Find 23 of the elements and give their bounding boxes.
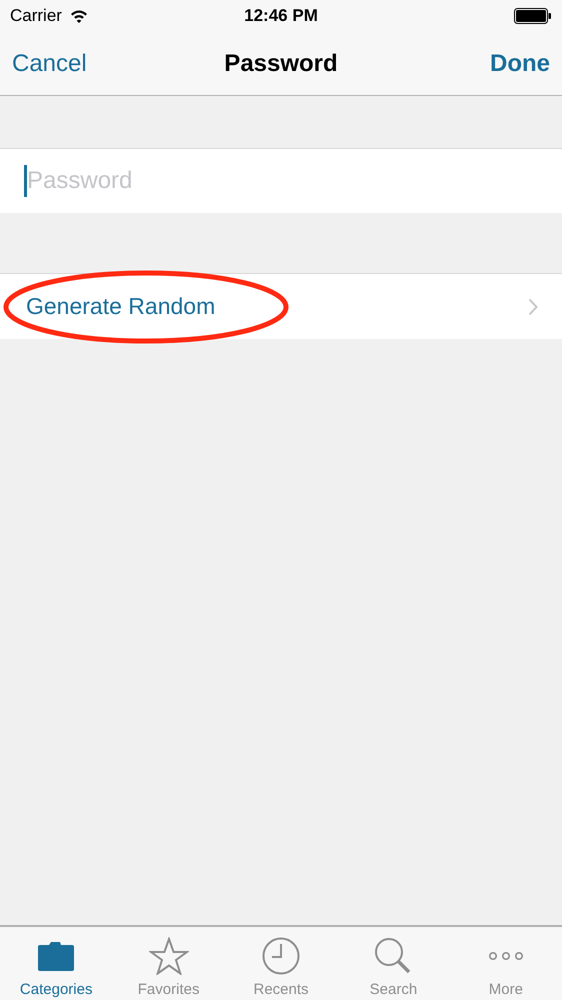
- status-time: 12:46 PM: [244, 6, 318, 26]
- tab-button[interactable]: More: [450, 927, 562, 1000]
- carrier-label: Carrier: [10, 6, 62, 26]
- chevron-icon: [528, 298, 538, 316]
- folder-icon: [37, 940, 76, 972]
- star-icon: [148, 937, 189, 975]
- list-row[interactable]: Generate Random: [0, 274, 562, 339]
- more-icon: [488, 951, 524, 961]
- password-field[interactable]: Password: [0, 148, 562, 213]
- cancel-button[interactable]: Cancel: [12, 50, 87, 78]
- tab-button[interactable]: Recents: [224, 927, 338, 1000]
- text-cursor: [24, 165, 27, 197]
- tab-button[interactable]: Search: [337, 927, 450, 1000]
- wifi-icon: [70, 9, 88, 23]
- tab-button[interactable]: Categories: [0, 927, 112, 1000]
- search-icon: [374, 937, 412, 975]
- clock-icon: [262, 937, 300, 975]
- password-input[interactable]: Password: [27, 167, 562, 195]
- row-label: Generate Random: [26, 293, 216, 320]
- nav-title: Password: [224, 50, 338, 78]
- battery-icon: [514, 8, 552, 24]
- done-button[interactable]: Done: [490, 50, 550, 78]
- tab-button[interactable]: Favorites: [112, 927, 225, 1000]
